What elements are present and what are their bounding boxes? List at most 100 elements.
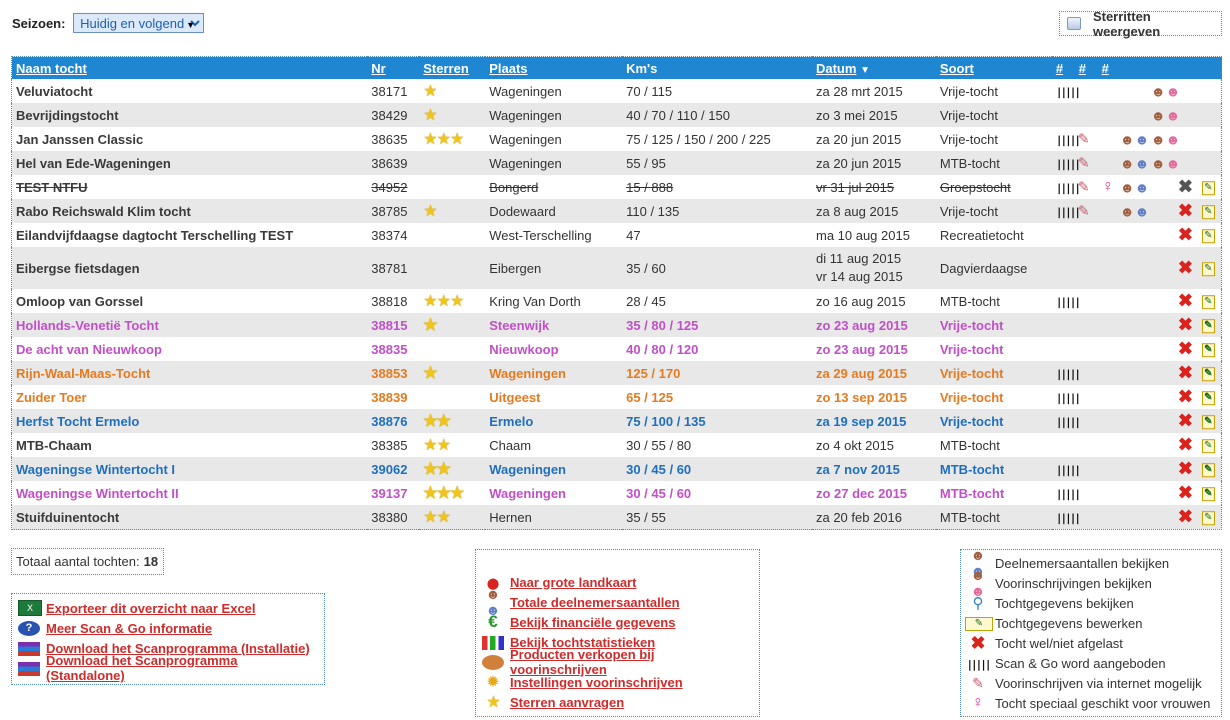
barcode-icon[interactable]: ||||| xyxy=(1056,296,1081,309)
action-link[interactable]: Exporteer dit overzicht naar Excel xyxy=(46,601,256,616)
tour-name[interactable]: Veluviatocht xyxy=(11,79,368,103)
edit-icon[interactable]: ✎ xyxy=(1201,180,1215,195)
link-item[interactable]: ? Meer Scan & Go informatie xyxy=(18,618,318,638)
sort-soort-link[interactable]: Soort xyxy=(940,61,974,76)
table-row[interactable]: MTB-Chaam 38385 ★★ Chaam 30 / 55 / 80 zo 4 ok… xyxy=(11,433,1222,457)
preregistrations-icon[interactable]: ☻☻ xyxy=(1151,107,1180,123)
pencil-icon[interactable]: ✎ xyxy=(1078,203,1090,220)
table-row[interactable]: De acht van Nieuwkoop 38835 Nieuwkoop 40 / … xyxy=(11,337,1222,361)
action-link[interactable]: Naar grote landkaart xyxy=(510,575,636,590)
barcode-icon[interactable]: ||||| xyxy=(1056,392,1081,405)
header-datum[interactable]: Datum ▼ xyxy=(811,56,936,79)
sort-sterren-link[interactable]: Sterren xyxy=(423,61,469,76)
cancel-x-icon[interactable]: ✖ xyxy=(1178,315,1193,336)
barcode-icon[interactable]: ||||| xyxy=(1056,416,1081,429)
table-row[interactable]: Eibergse fietsdagen 38781 Eibergen 35 / 60 d… xyxy=(11,247,1222,289)
sort-hash-1[interactable]: # xyxy=(1056,61,1063,76)
preregistrations-icon[interactable]: ☻☻ xyxy=(1151,131,1180,147)
table-row[interactable]: Veluviatocht 38171 ★ Wageningen 70 / 115 za 2… xyxy=(11,79,1222,103)
barcode-icon[interactable]: ||||| xyxy=(1056,464,1081,477)
table-row[interactable]: Eilandvijfdaagse dagtocht Terschelling T… xyxy=(11,223,1222,247)
edit-icon[interactable]: ✎ xyxy=(1201,342,1215,357)
cancel-x-icon[interactable]: ✖ xyxy=(1178,483,1193,504)
barcode-icon[interactable]: ||||| xyxy=(1056,512,1081,525)
cancel-x-icon[interactable]: ✖ xyxy=(1178,291,1193,312)
cancel-x-icon[interactable]: ✖ xyxy=(1178,507,1193,528)
cancel-x-icon[interactable]: ✖ xyxy=(1178,363,1193,384)
participants-icon[interactable]: ☻☻ xyxy=(1120,131,1149,147)
edit-icon[interactable]: ✎ xyxy=(1201,438,1215,453)
preregistrations-icon[interactable]: ☻☻ xyxy=(1151,83,1180,99)
barcode-icon[interactable]: ||||| xyxy=(1056,488,1081,501)
link-item[interactable]: ⬤ Naar grote landkaart xyxy=(482,572,753,592)
tour-name[interactable]: Hel van Ede-Wageningen xyxy=(11,151,368,175)
sort-plaats-link[interactable]: Plaats xyxy=(489,61,527,76)
stars-checkbox[interactable] xyxy=(1067,17,1081,30)
table-row[interactable]: Wageningse Wintertocht I 39062 ★★ Wageninge… xyxy=(11,457,1222,481)
edit-icon[interactable]: ✎ xyxy=(1201,228,1215,243)
table-row[interactable]: Stuifduinentocht 38380 ★★ Hernen 35 / 55 za 2… xyxy=(11,505,1222,530)
header-nr[interactable]: Nr xyxy=(367,56,420,79)
edit-icon[interactable]: ✎ xyxy=(1201,390,1215,405)
cancel-x-icon[interactable]: ✖ xyxy=(1178,459,1193,480)
link-item[interactable]: Producten verkopen bij voorinschrijven xyxy=(482,647,753,677)
pencil-icon[interactable]: ✎ xyxy=(1078,179,1090,196)
tour-name[interactable]: Bevrijdingstocht xyxy=(11,103,368,127)
tour-name[interactable]: Stuifduinentocht xyxy=(11,505,368,530)
action-link[interactable]: Download het Scanprogramma (Standalone) xyxy=(46,653,318,683)
female-icon[interactable]: ♀ xyxy=(1102,178,1114,196)
table-row[interactable]: Zuider Toer 38839 Uitgeest 65 / 125 zo 13 se… xyxy=(11,385,1222,409)
sort-hash-3[interactable]: # xyxy=(1102,61,1109,76)
edit-icon[interactable]: ✎ xyxy=(1201,366,1215,381)
tour-name[interactable]: Eibergse fietsdagen xyxy=(11,247,368,289)
table-row[interactable]: Herfst Tocht Ermelo 38876 ★★ Ermelo 75 / 100… xyxy=(11,409,1222,433)
sort-naam-link[interactable]: Naam tocht xyxy=(16,61,87,76)
action-link[interactable]: Totale deelnemersaantallen xyxy=(510,595,680,610)
tour-name[interactable]: Wageningse Wintertocht II xyxy=(11,481,368,505)
barcode-icon[interactable]: ||||| xyxy=(1056,86,1081,99)
table-row[interactable]: Rijn-Waal-Maas-Tocht 38853 ★ Wageningen 125 … xyxy=(11,361,1222,385)
cancel-x-icon[interactable]: ✖ xyxy=(1178,411,1193,432)
pencil-icon[interactable]: ✎ xyxy=(1078,131,1090,148)
tour-name[interactable]: Wageningse Wintertocht I xyxy=(11,457,368,481)
edit-icon[interactable]: ✎ xyxy=(1201,462,1215,477)
tour-name[interactable]: Eilandvijfdaagse dagtocht Terschelling T… xyxy=(11,223,368,247)
tour-name[interactable]: Omloop van Gorssel xyxy=(11,289,368,313)
tour-name[interactable]: Zuider Toer xyxy=(11,385,368,409)
show-stars-toggle[interactable]: Sterritten weergeven xyxy=(1059,9,1222,39)
header-sterren[interactable]: Sterren xyxy=(419,56,486,79)
participants-icon[interactable]: ☻☻ xyxy=(1120,203,1149,219)
header-naam[interactable]: Naam tocht xyxy=(11,56,368,79)
table-row[interactable]: Hel van Ede-Wageningen 38639 Wageningen 55 … xyxy=(11,151,1222,175)
cancel-x-icon[interactable]: ✖ xyxy=(1178,387,1193,408)
edit-icon[interactable]: ✎ xyxy=(1201,414,1215,429)
tour-name[interactable]: Jan Janssen Classic xyxy=(11,127,368,151)
cancel-x-icon[interactable]: ✖ xyxy=(1178,435,1193,456)
header-soort[interactable]: Soort xyxy=(935,56,1052,79)
header-plaats[interactable]: Plaats xyxy=(485,56,623,79)
tour-name[interactable]: Herfst Tocht Ermelo xyxy=(11,409,368,433)
cancel-x-icon[interactable]: ✖ xyxy=(1178,201,1193,222)
preregistrations-icon[interactable]: ☻☻ xyxy=(1151,155,1180,171)
edit-icon[interactable]: ✎ xyxy=(1201,204,1215,219)
season-select[interactable]: Huidig en volgend xyxy=(73,13,205,33)
sort-nr-link[interactable]: Nr xyxy=(371,61,385,76)
participants-icon[interactable]: ☻☻ xyxy=(1120,179,1149,195)
edit-icon[interactable]: ✎ xyxy=(1201,261,1215,276)
table-row[interactable]: Rabo Reichswald Klim tocht 38785 ★ Dodewaar… xyxy=(11,199,1222,223)
tour-name[interactable]: MTB-Chaam xyxy=(11,433,368,457)
barcode-icon[interactable]: ||||| xyxy=(1056,158,1081,171)
tour-name[interactable]: Hollands-Venetië Tocht xyxy=(11,313,368,337)
cancel-x-icon[interactable]: ✖ xyxy=(1178,339,1193,360)
table-row[interactable]: Bevrijdingstocht 38429 ★ Wageningen 40 / 70 … xyxy=(11,103,1222,127)
cancel-x-icon[interactable]: ✖ xyxy=(1178,258,1193,279)
link-item[interactable]: ☻☻ Totale deelnemersaantallen xyxy=(482,586,753,618)
barcode-icon[interactable]: ||||| xyxy=(1056,134,1081,147)
table-row[interactable]: TEST NTFU 34952 Bongerd 15 / 888 vr 31 jul 2… xyxy=(11,175,1222,199)
action-link[interactable]: Producten verkopen bij voorinschrijven xyxy=(510,647,753,677)
action-link[interactable]: Instellingen voorinschrijven xyxy=(510,675,683,690)
sort-datum-link[interactable]: Datum xyxy=(816,61,856,76)
cancel-x-icon[interactable]: ✖ xyxy=(1178,225,1193,246)
link-item[interactable]: ★ Sterren aanvragen xyxy=(482,692,753,712)
pencil-icon[interactable]: ✎ xyxy=(1078,155,1090,172)
